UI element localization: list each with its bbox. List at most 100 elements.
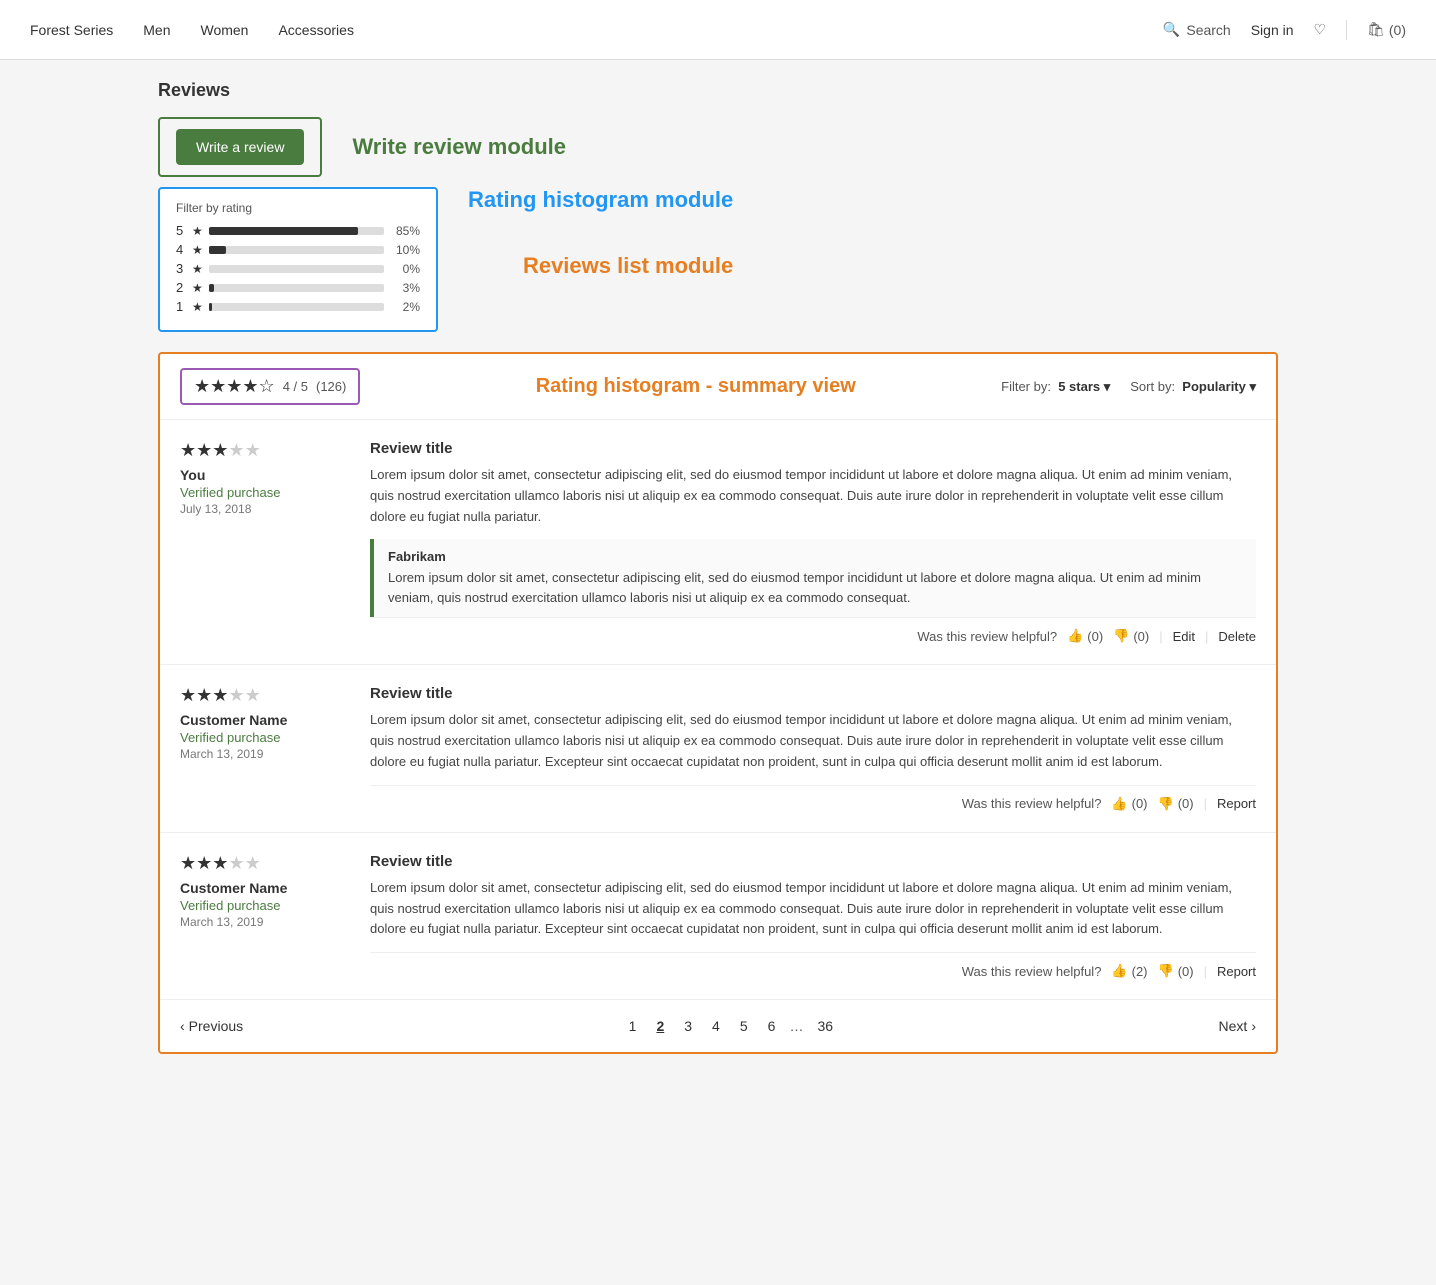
review-stars: ★★★★★ [180,440,350,461]
star-icon: ★ [192,224,203,238]
thumbs-up-group[interactable]: 👍 (0) [1111,796,1147,812]
thumbs-up-count: (0) [1087,629,1103,644]
helpful-text: Was this review helpful? [962,964,1102,979]
sort-value[interactable]: Popularity ▾ [1182,379,1256,394]
edit-button[interactable]: Edit [1173,629,1195,644]
review-actions: Was this review helpful? 👍 (2) 👎 (0) | Re… [370,952,1256,979]
prev-button[interactable]: ‹ Previous [180,1018,243,1034]
filter-by-rating-label: Filter by rating [176,201,420,215]
cart-button[interactable]: 🛍 (0) [1367,21,1406,38]
star-2: ★ [196,853,212,873]
verified-badge: Verified purchase [180,485,350,500]
hist-bar-fill [209,246,227,254]
signin-button[interactable]: Sign in [1251,22,1294,38]
star-icon: ★ [192,262,203,276]
review-text: Lorem ipsum dolor sit amet, consectetur … [370,710,1256,772]
review-actions: Was this review helpful? 👍 (0) 👎 (0) | Re… [370,785,1256,812]
nav-link-forest-series[interactable]: Forest Series [30,22,113,38]
thumbs-up-icon: 👍 [1067,628,1083,644]
page-num-5[interactable]: 5 [734,1016,754,1036]
delete-button[interactable]: Delete [1218,629,1256,644]
page-num-4[interactable]: 4 [706,1016,726,1036]
review-body: Review title Lorem ipsum dolor sit amet,… [370,440,1256,644]
cart-icon: 🛍 [1367,21,1385,38]
response-block: Fabrikam Lorem ipsum dolor sit amet, con… [370,539,1256,617]
thumbs-down-group[interactable]: 👎 (0) [1158,963,1194,979]
thumbs-up-count: (2) [1132,964,1148,979]
histogram-row[interactable]: 3 ★ 0% [176,261,420,276]
hist-star-num: 3 [176,261,186,276]
star-4: ★ [228,853,244,873]
review-date: July 13, 2018 [180,502,350,516]
page-num-6[interactable]: 6 [762,1016,782,1036]
report-button[interactable]: Report [1217,964,1256,979]
star-icon: ★ [192,281,203,295]
star-3: ★ [212,853,228,873]
review-card: ★★★★★ Customer Name Verified purchase Ma… [160,833,1276,1000]
thumbs-down-icon: 👎 [1158,796,1174,812]
review-stars: ★★★★★ [180,853,350,874]
star-1: ★ [180,440,196,460]
thumbs-down-group[interactable]: 👎 (0) [1158,796,1194,812]
histogram-row[interactable]: 4 ★ 10% [176,242,420,257]
star-1: ★ [180,853,196,873]
response-author: Fabrikam [388,549,1242,564]
review-cards-container: ★★★★★ You Verified purchase July 13, 201… [160,420,1276,1000]
hist-pct: 3% [390,281,420,295]
filter-value[interactable]: 5 stars ▾ [1058,379,1110,394]
star-5: ★ [245,685,261,705]
star-2: ★ [196,685,212,705]
search-label: Search [1186,22,1230,38]
cart-count: (0) [1389,22,1406,38]
thumbs-down-group[interactable]: 👎 (0) [1113,628,1149,644]
nav-link-men[interactable]: Men [143,22,170,38]
page-num-3[interactable]: 3 [678,1016,698,1036]
verified-badge: Verified purchase [180,898,350,913]
verified-badge: Verified purchase [180,730,350,745]
pagination: ‹ Previous 123456…36 Next › [160,1000,1276,1052]
search-button[interactable]: 🔍 Search [1163,21,1231,38]
histogram-row[interactable]: 5 ★ 85% [176,223,420,238]
review-date: March 13, 2019 [180,915,350,929]
nav-divider [1346,20,1347,40]
reviewer-name: Customer Name [180,712,350,728]
review-meta: ★★★★★ You Verified purchase July 13, 201… [180,440,350,644]
review-title: Review title [370,440,1256,457]
page-num-1[interactable]: 1 [623,1016,643,1036]
hist-bar-fill [209,284,214,292]
star-5: ★ [245,853,261,873]
report-button[interactable]: Report [1217,796,1256,811]
reviewer-name: You [180,467,350,483]
sep: | [1204,796,1207,811]
page-num-36[interactable]: 36 [811,1016,839,1036]
search-icon: 🔍 [1163,21,1180,38]
page-num-2[interactable]: 2 [650,1016,670,1036]
review-card: ★★★★★ You Verified purchase July 13, 201… [160,420,1276,665]
reviewer-name: Customer Name [180,880,350,896]
nav-link-accessories[interactable]: Accessories [278,22,353,38]
filter-sort-area: Filter by: 5 stars ▾ Sort by: Popularity… [1001,379,1256,395]
thumbs-up-group[interactable]: 👍 (0) [1067,628,1103,644]
hist-pct: 85% [390,224,420,238]
hist-bar-fill [209,227,358,235]
sep: | [1204,964,1207,979]
star-icon: ★ [192,243,203,257]
reviews-list-module: ★★★★☆ 4 / 5 (126) Rating histogram - sum… [158,352,1278,1054]
helpful-text: Was this review helpful? [962,796,1102,811]
histogram-row[interactable]: 2 ★ 3% [176,280,420,295]
review-actions: Was this review helpful? 👍 (0) 👎 (0) |Ed… [370,617,1256,644]
next-button[interactable]: Next › [1219,1018,1256,1034]
review-body: Review title Lorem ipsum dolor sit amet,… [370,685,1256,811]
hist-pct: 0% [390,262,420,276]
reviews-list-module-label: Reviews list module [523,253,733,279]
filter-by-label: Filter by: 5 stars ▾ [1001,379,1110,395]
thumbs-up-group[interactable]: 👍 (2) [1111,963,1147,979]
nav-links: Forest Series Men Women Accessories [30,22,1163,38]
review-stars: ★★★★★ [180,685,350,706]
nav-link-women[interactable]: Women [200,22,248,38]
wishlist-icon[interactable]: ♡ [1314,21,1327,38]
histogram-row[interactable]: 1 ★ 2% [176,299,420,314]
thumbs-down-count: (0) [1133,629,1149,644]
helpful-text: Was this review helpful? [917,629,1057,644]
write-review-button[interactable]: Write a review [176,129,304,165]
